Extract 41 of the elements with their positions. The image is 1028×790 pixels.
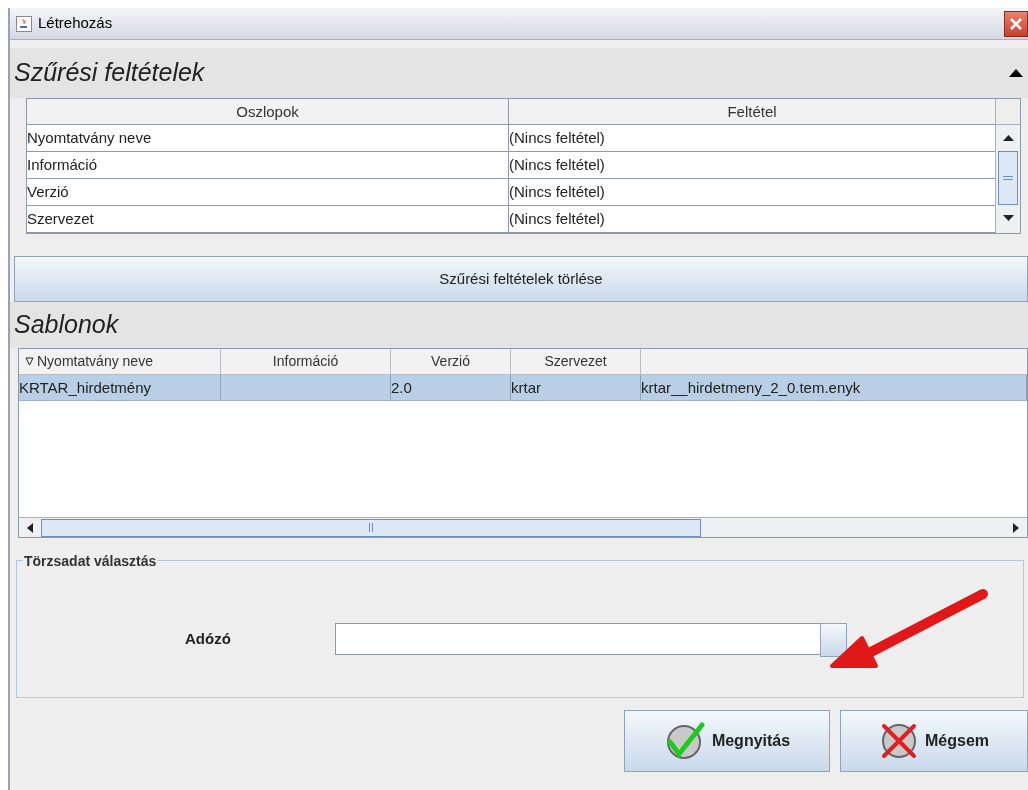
column-header[interactable]: Szervezet (544, 351, 607, 372)
section-title: Szűrési feltételek (14, 57, 205, 89)
table-cell: KRTAR_hirdetmény (19, 375, 221, 400)
field-label: Adózó (185, 628, 232, 649)
scroll-thumb[interactable] (998, 151, 1018, 205)
left-arrow-icon (27, 522, 33, 533)
table-cell-text: (Nincs feltétel) (509, 128, 606, 148)
table-row[interactable]: KRTAR_hirdetmény 2.0 krtar krtar__hirdetmeny_2_0.tem.enyk (19, 375, 1027, 401)
column-header[interactable]: Információ (272, 351, 339, 372)
table-cell-text: (Nincs feltétel) (509, 209, 606, 229)
column-header[interactable]: Verzió (431, 351, 470, 372)
table-cell: Információ (27, 152, 509, 178)
horizontal-scrollbar[interactable] (19, 517, 1027, 537)
down-arrow-icon (1003, 215, 1014, 221)
cup-icon (16, 15, 32, 32)
close-button[interactable] (1004, 10, 1028, 37)
close-icon (1009, 16, 1023, 31)
column-header[interactable]: Oszlopok (27, 99, 509, 124)
window-title: Létrehozás (38, 13, 113, 34)
clear-filters-button[interactable]: Szűrési feltételek törlése (14, 256, 1028, 302)
column-header[interactable]: Nyomtatvány neve (37, 351, 153, 372)
open-button[interactable]: Megnyitás (624, 710, 830, 772)
section-title: Sablonok (14, 309, 119, 341)
up-arrow-icon (1003, 135, 1014, 141)
collapse-icon (1008, 68, 1024, 78)
table-cell: krtar (511, 375, 641, 400)
vertical-scrollbar[interactable] (995, 99, 1020, 233)
collapse-toggle[interactable] (1008, 67, 1024, 79)
scroll-thumb[interactable] (41, 518, 701, 537)
right-arrow-icon (1013, 522, 1019, 533)
cancel-icon (879, 722, 919, 760)
table-cell: Verzió (27, 179, 509, 205)
table-cell-text: (Nincs feltétel) (509, 155, 606, 175)
cancel-button[interactable]: Mégsem (840, 710, 1028, 772)
taxpayer-combo-box[interactable] (335, 623, 847, 655)
table-cell-text: (Nincs feltétel) (509, 182, 606, 202)
table-cell: Nyomtatvány neve (27, 125, 509, 151)
table-cell: krtar__hirdetmeny_2_0.tem.enyk (641, 375, 1027, 400)
column-header[interactable]: Feltétel (509, 99, 995, 124)
table-cell: 2.0 (391, 375, 511, 400)
table-cell: Szervezet (27, 206, 509, 232)
